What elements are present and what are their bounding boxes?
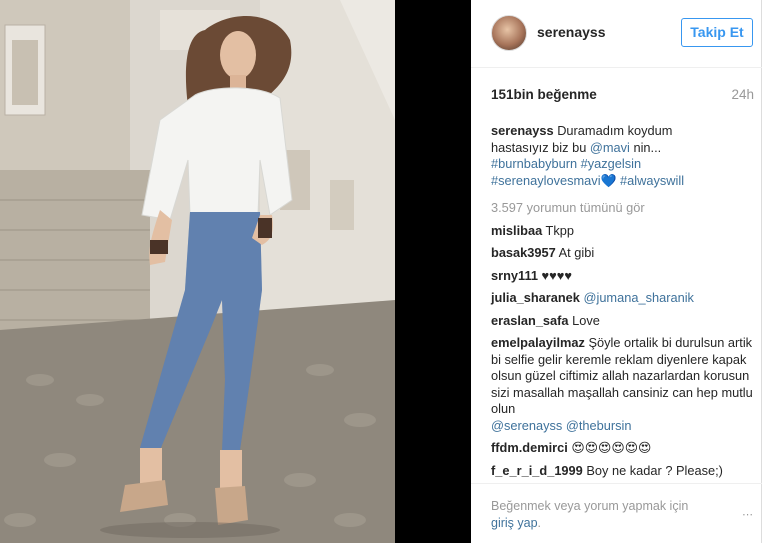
more-options-icon[interactable]: ⋯: [742, 508, 755, 521]
post-footer: Beğenmek veya yorum yapmak için giriş ya…: [471, 483, 762, 543]
comment: mislibaa Tkpp: [491, 223, 753, 240]
comment-username[interactable]: mislibaa: [491, 223, 542, 238]
post-username[interactable]: serenayss: [537, 24, 606, 40]
comment: emelpalayilmaz Şöyle ortalik bi durulsun…: [491, 335, 753, 434]
caption-text: nin...: [633, 139, 662, 155]
login-prompt-text: Beğenmek veya yorum yapmak için: [491, 499, 689, 513]
caption-username[interactable]: serenayss: [491, 123, 554, 138]
comment-mention[interactable]: @jumana_sharanik: [583, 290, 693, 305]
comment: srny111 ♥♥♥♥: [491, 268, 753, 285]
post-details-panel: serenayss Takip Et 151bin beğenme 24h se…: [471, 0, 762, 543]
comment-text: Tkpp: [545, 222, 574, 238]
comment-username[interactable]: srny111: [491, 268, 538, 283]
login-prompt: Beğenmek veya yorum yapmak için giriş ya…: [491, 498, 711, 531]
caption-hashtag[interactable]: #alwayswill: [620, 173, 684, 188]
comment: eraslan_safa Love: [491, 313, 753, 330]
comment-text: Love: [572, 312, 600, 328]
view-all-comments-link[interactable]: 3.597 yorumun tümünü gör: [491, 200, 753, 217]
caption-hashtags[interactable]: #burnbabyburn #yazgelsin: [491, 156, 641, 171]
comment: julia_sharanek @jumana_sharanik: [491, 290, 753, 307]
comment-text: Boy ne kadar ? Please;): [586, 462, 723, 478]
comment: basak3957 At gibi: [491, 245, 753, 262]
comment-username[interactable]: ffdm.demirci: [491, 440, 568, 455]
caption-mention[interactable]: @mavi: [590, 140, 630, 155]
comment-username[interactable]: emelpalayilmaz: [491, 335, 585, 350]
comments-list: serenayss Duramadım koydum hastasıyız bi…: [491, 123, 753, 485]
comment-text: ♥♥♥♥: [541, 267, 572, 283]
comment: ffdm.demirci 😍😍😍😍😍😍: [491, 440, 753, 457]
post-stats: 151bin beğenme 24h: [491, 87, 754, 107]
post-photo[interactable]: [0, 0, 395, 543]
comment-username[interactable]: julia_sharanek: [491, 290, 580, 305]
login-prompt-period: .: [537, 515, 542, 530]
caption: serenayss Duramadım koydum hastasıyız bi…: [491, 123, 753, 189]
login-link[interactable]: giriş yap: [491, 516, 538, 530]
avatar[interactable]: [491, 15, 527, 51]
caption-hashtag[interactable]: #serenaylovesmavi: [491, 173, 601, 188]
post-header: serenayss Takip Et: [471, 0, 762, 68]
blue-heart-icon: 💙: [600, 172, 617, 188]
comment-text: 😍😍😍😍😍😍: [571, 440, 652, 455]
comment-username[interactable]: basak3957: [491, 245, 556, 260]
photo-illustration: [0, 0, 395, 543]
caption-text: Duramadım koydum: [557, 123, 673, 138]
comment: f_e_r_i_d_1999 Boy ne kadar ? Please;): [491, 463, 753, 480]
comment-username[interactable]: f_e_r_i_d_1999: [491, 463, 583, 478]
comment-username[interactable]: eraslan_safa: [491, 313, 569, 328]
comment-mention[interactable]: @serenayss @thebursin: [491, 418, 632, 433]
follow-button[interactable]: Takip Et: [681, 18, 753, 47]
comment-text: At gibi: [558, 245, 595, 260]
post-time[interactable]: 24h: [731, 87, 754, 102]
likes-count[interactable]: 151bin beğenme: [491, 87, 597, 102]
photo-margin: [395, 0, 471, 543]
caption-text: hastasıyız biz bu: [491, 139, 587, 155]
